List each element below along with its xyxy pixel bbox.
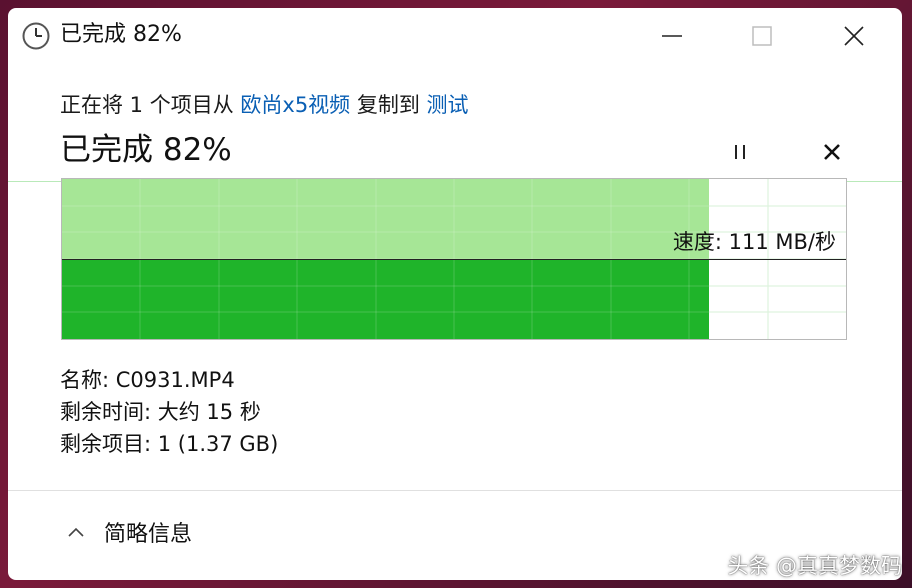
source-folder-link[interactable]: 欧尚x5视频 [240,93,350,117]
window-title: 已完成 82% [60,22,182,47]
close-icon [844,26,864,46]
speed-label: 速度: 111 MB/秒 [672,230,836,254]
pause-icon [735,145,745,159]
minimize-icon [662,35,682,37]
title-bar[interactable]: 已完成 82% [8,8,902,64]
maximize-button[interactable] [738,16,786,56]
minimize-button[interactable] [648,16,696,56]
file-name: 名称: C0931.MP4 [60,368,235,392]
items-remaining: 剩余项目: 1 (1.37 GB) [60,432,279,456]
details-toggle-label: 简略信息 [104,522,193,547]
close-window-button[interactable] [830,16,878,56]
pause-button[interactable] [722,136,758,168]
speed-graph: 速度: 111 MB/秒 [61,178,847,340]
transfer-details: 名称: C0931.MP4 剩余时间: 大约 15 秒 剩余项目: 1 (1.3… [60,364,278,460]
progress-fill-dark [62,259,709,339]
progress-heading: 已完成 82% [60,132,232,168]
speed-indicator-line [62,259,846,260]
transfer-middle: 复制到 [350,93,427,117]
cancel-transfer-button[interactable] [814,136,850,168]
destination-folder-link[interactable]: 测试 [427,93,469,117]
watermark: 头条 @真真梦数码 [727,554,902,578]
chevron-up-icon [66,520,86,545]
maximize-icon [752,26,772,46]
clock-icon [21,21,51,51]
progress-fill-light [62,179,709,259]
transfer-description: 正在将 1 个项目从 欧尚x5视频 复制到 测试 [60,90,469,120]
details-toggle[interactable]: 简略信息 [66,516,192,548]
transfer-prefix: 正在将 1 个项目从 [60,93,241,117]
footer-divider [8,490,902,491]
copy-progress-dialog: 已完成 82% 正在将 1 个项目从 欧尚x5视频 复制到 测试 已完成 82% [8,8,902,580]
time-remaining: 剩余时间: 大约 15 秒 [60,400,261,424]
cancel-icon [824,144,840,160]
